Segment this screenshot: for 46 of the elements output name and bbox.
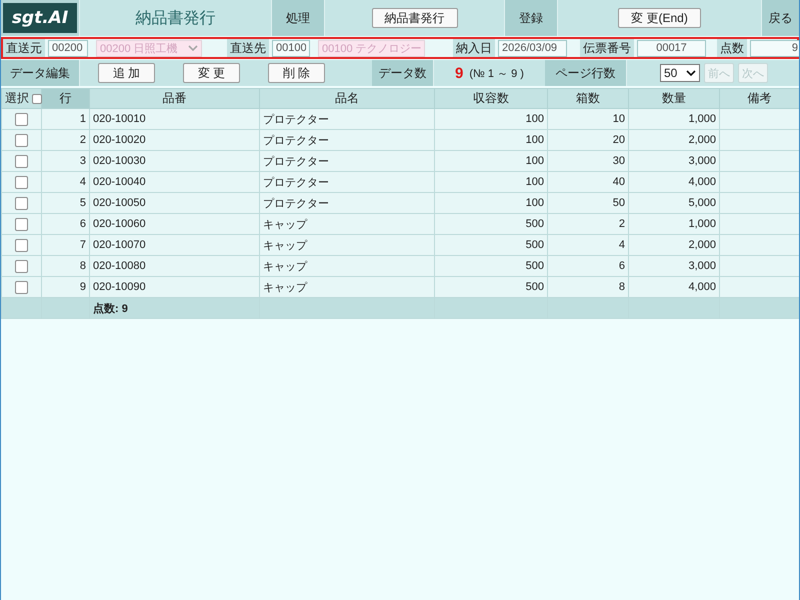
app-logo: sgt.AI [3,3,77,33]
checkbox[interactable] [15,281,28,294]
record-count: 9 [455,64,464,82]
checkbox[interactable] [15,155,28,168]
record-range: (№ 1 ～ 9 ) [469,66,524,80]
action-button[interactable]: 変 更(End) [618,8,701,28]
section-label: 登録 [505,0,558,36]
chevron-down-icon [686,70,696,76]
checkbox[interactable] [15,113,28,126]
section-label: データ数 [372,60,434,86]
section-label: データ編集 [1,60,80,86]
input-field[interactable]: 00017 [637,40,706,56]
field-label: 直送先 [227,39,269,57]
back-button[interactable]: 戻る [762,0,799,36]
column-header: 備考 [720,88,799,108]
column-header: 品番 [90,88,260,108]
checkbox[interactable] [15,260,28,274]
checkbox[interactable] [15,197,28,210]
input-field[interactable]: 00200 [48,40,88,56]
section-label: 処理 [272,0,325,36]
section-label: ページ行数 [545,60,627,86]
column-header: 箱数 [548,88,628,108]
edit-button[interactable]: 削 除 [268,63,325,83]
checkbox[interactable] [15,176,28,190]
checkbox[interactable] [15,239,28,252]
column-header: 数量 [628,88,720,108]
column-header: 選択 [5,91,29,105]
edit-button[interactable]: 変 更 [183,63,240,83]
checkbox[interactable] [15,134,28,148]
action-button[interactable]: 納品書発行 [372,8,458,28]
chevron-down-icon [188,45,198,51]
field-label: 納入日 [453,39,495,57]
input-field[interactable]: 00100 [272,40,310,56]
field-label: 点数 [717,39,747,57]
input-field[interactable]: 2026/03/09 [498,40,567,56]
field-label: 伝票番号 [580,39,634,57]
input-field[interactable]: 9 [750,40,799,56]
column-header: 行 [42,88,90,108]
checkbox[interactable] [15,218,28,232]
column-header: 品名 [260,88,434,108]
page-size-select[interactable]: 50 [660,64,700,82]
edit-button[interactable]: 追 加 [98,63,155,83]
column-header: 収容数 [434,88,548,108]
field-label: 直送元 [3,39,45,57]
checkbox[interactable] [32,94,42,104]
summary-text: 点数: 9 [93,302,128,314]
